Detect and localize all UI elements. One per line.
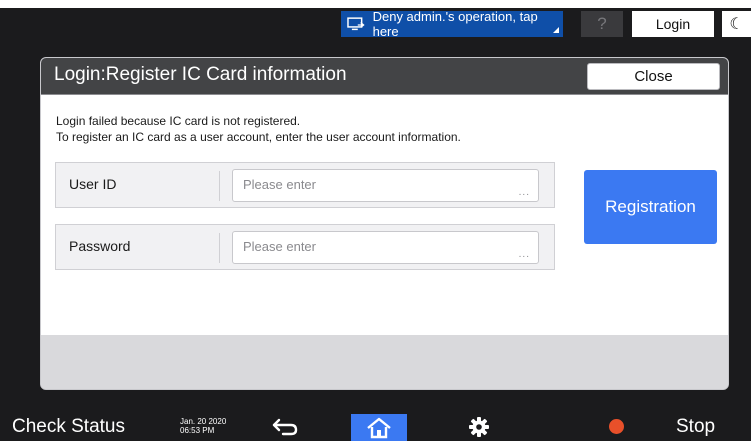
more-dots-icon: ... <box>518 187 530 198</box>
registration-label: Registration <box>605 197 696 216</box>
date-time: Jan. 20 2020 06:53 PM <box>180 417 226 435</box>
registration-button[interactable]: Registration <box>584 170 717 244</box>
dialog-body: Login failed because IC card is not regi… <box>41 95 728 335</box>
stop-button[interactable]: Stop <box>676 416 715 438</box>
home-button[interactable] <box>351 414 407 441</box>
help-button[interactable]: ? <box>581 11 623 37</box>
dialog-header: Login:Register IC Card information Close <box>41 58 728 95</box>
bottom-bar: Check Status Jan. 20 2020 06:53 PM Stop <box>0 411 751 441</box>
monitor-arrow-icon <box>347 17 365 31</box>
user-id-input[interactable]: Please enter ... <box>232 169 539 202</box>
moon-icon: ☾ <box>729 16 744 33</box>
energy-saver-button[interactable]: ☾ <box>722 11 751 37</box>
top-margin <box>0 0 751 8</box>
stop-icon[interactable] <box>609 419 624 434</box>
gear-icon[interactable] <box>468 416 490 438</box>
dialog-title: Login:Register IC Card information <box>54 64 347 85</box>
more-dots-icon: ... <box>518 249 530 260</box>
dialog-footer <box>41 335 728 389</box>
deny-admin-operation-label: Deny admin.'s operation, tap here <box>372 9 538 39</box>
time-text: 06:53 PM <box>180 426 215 435</box>
top-status-bar: Deny admin.'s operation, tap here ? Logi… <box>0 8 751 39</box>
home-icon <box>367 417 391 439</box>
login-label: Login <box>655 16 691 32</box>
login-button[interactable]: Login <box>632 11 714 37</box>
password-input[interactable]: Please enter ... <box>232 231 539 264</box>
user-id-label: User ID <box>69 176 117 192</box>
field-divider <box>219 171 220 201</box>
help-label: ? <box>597 14 607 33</box>
corner-indicator-icon <box>553 27 559 33</box>
close-button[interactable]: Close <box>587 63 720 90</box>
error-message-line2: To register an IC card as a user account… <box>56 130 461 144</box>
deny-admin-operation-button[interactable]: Deny admin.'s operation, tap here <box>341 9 563 39</box>
user-id-placeholder: Please enter <box>243 177 316 192</box>
date-text: Jan. 20 2020 <box>180 417 227 426</box>
user-id-row: User ID Please enter ... <box>55 162 555 208</box>
back-arrow-icon[interactable] <box>271 418 299 436</box>
password-row: Password Please enter ... <box>55 224 555 270</box>
password-label: Password <box>69 238 131 254</box>
check-status-button[interactable]: Check Status <box>12 416 125 438</box>
field-divider <box>219 233 220 263</box>
register-ic-card-dialog: Login:Register IC Card information Close… <box>40 57 729 390</box>
password-placeholder: Please enter <box>243 239 316 254</box>
error-message-line1: Login failed because IC card is not regi… <box>56 114 301 128</box>
close-label: Close <box>634 68 673 85</box>
